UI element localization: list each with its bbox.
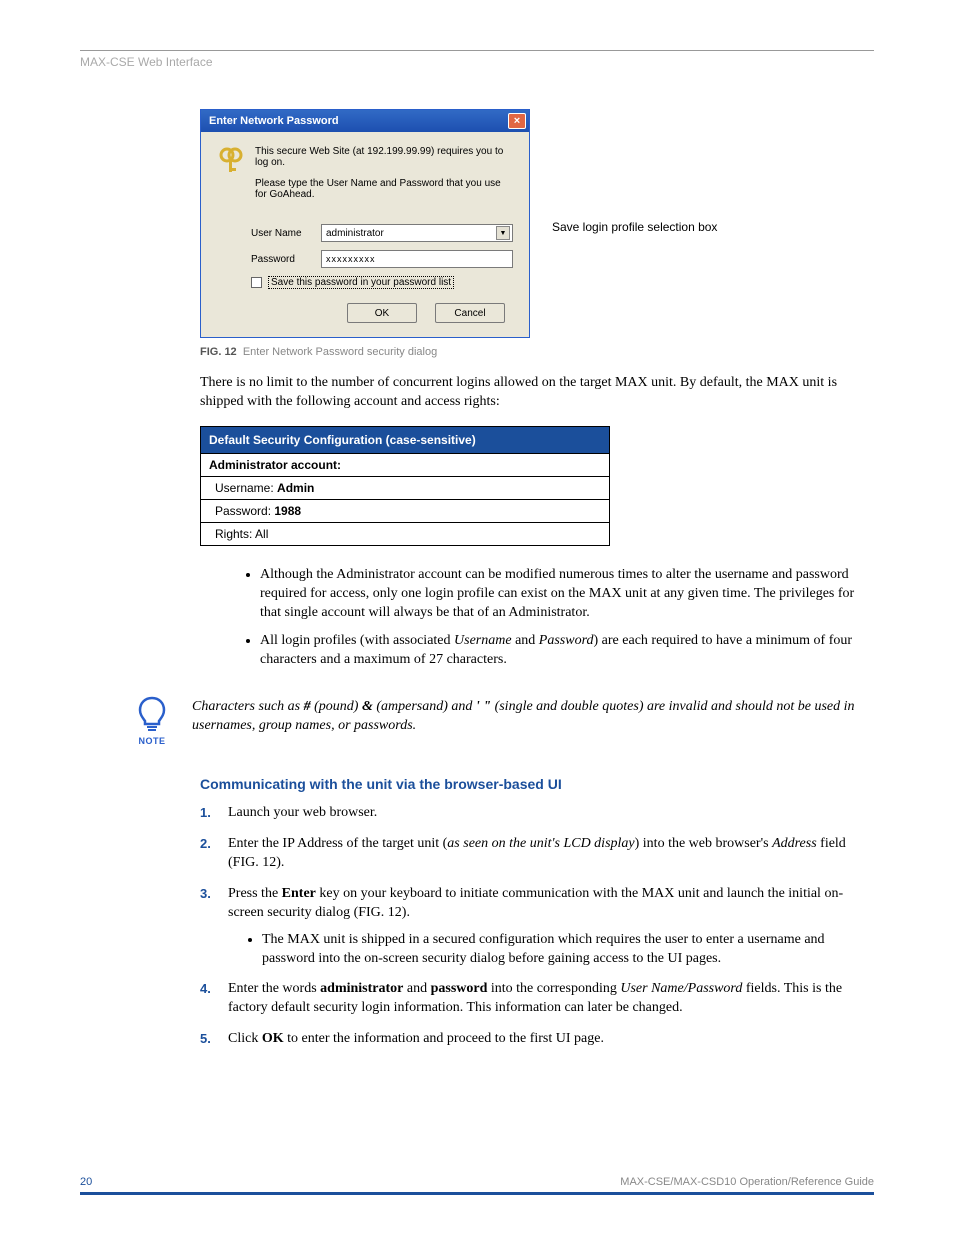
figure-caption: FIG. 12 Enter Network Password security … <box>200 346 870 358</box>
step-item: Enter the words administrator and passwo… <box>200 980 870 1018</box>
note-label: NOTE <box>130 736 174 746</box>
callout-text: Save login profile selection box <box>552 220 717 236</box>
table-row: Password: 1988 <box>201 499 610 522</box>
step-item: Press the Enter key on your keyboard to … <box>200 885 870 969</box>
dialog-line1: This secure Web Site (at 192.199.99.99) … <box>255 146 513 168</box>
table-row: Rights: All <box>201 522 610 545</box>
note-icon: NOTE <box>130 694 174 746</box>
table-row: Username: Admin <box>201 476 610 499</box>
page-footer: 20 MAX-CSE/MAX-CSD10 Operation/Reference… <box>80 1176 874 1195</box>
login-dialog: Enter Network Password × <box>200 109 530 338</box>
username-value: administrator <box>326 228 384 239</box>
intro-paragraph: There is no limit to the number of concu… <box>200 374 870 412</box>
steps-list: Launch your web browser. Enter the IP Add… <box>200 804 870 1049</box>
username-input[interactable]: administrator ▼ <box>321 224 513 242</box>
password-label: Password <box>251 254 311 265</box>
step-item: Launch your web browser. <box>200 804 870 823</box>
list-item: The MAX unit is shipped in a secured con… <box>262 931 870 969</box>
dialog-line2: Please type the User Name and Password t… <box>255 178 513 200</box>
step-item: Click OK to enter the information and pr… <box>200 1030 870 1049</box>
table-header: Default Security Configuration (case-sen… <box>201 426 610 453</box>
note-text: Characters such as # (pound) & (ampersan… <box>192 694 870 736</box>
list-item: All login profiles (with associated User… <box>260 632 870 670</box>
list-item: Although the Administrator account can b… <box>260 566 870 623</box>
page-number: 20 <box>80 1176 92 1188</box>
table-row: Administrator account: <box>201 453 610 476</box>
section-heading: Communicating with the unit via the brow… <box>200 776 870 792</box>
doc-title: MAX-CSE/MAX-CSD10 Operation/Reference Gu… <box>620 1176 874 1188</box>
dialog-title: Enter Network Password <box>209 115 339 127</box>
ok-button[interactable]: OK <box>347 303 417 323</box>
cancel-button[interactable]: Cancel <box>435 303 505 323</box>
password-value: xxxxxxxxx <box>326 254 510 264</box>
dialog-titlebar: Enter Network Password × <box>201 110 529 132</box>
save-password-checkbox[interactable] <box>251 277 262 288</box>
username-label: User Name <box>251 228 311 239</box>
close-icon[interactable]: × <box>508 113 526 129</box>
page-header: MAX-CSE Web Interface <box>80 55 874 69</box>
password-input[interactable]: xxxxxxxxx <box>321 250 513 268</box>
key-icon <box>217 146 245 210</box>
default-config-table: Default Security Configuration (case-sen… <box>200 426 610 546</box>
step-item: Enter the IP Address of the target unit … <box>200 835 870 873</box>
save-password-label: Save this password in your password list <box>268 276 454 289</box>
info-bullets: Although the Administrator account can b… <box>260 566 870 670</box>
chevron-down-icon[interactable]: ▼ <box>496 226 510 240</box>
